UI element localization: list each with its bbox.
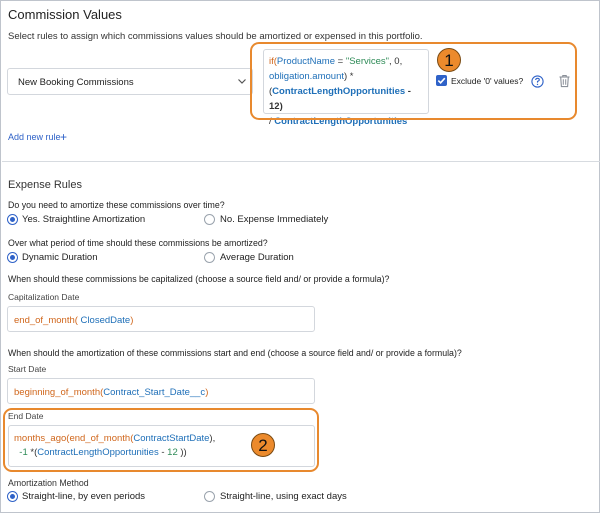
radio-even-periods[interactable]: [7, 491, 18, 502]
start-date-input[interactable]: beginning_of_month(Contract_Start_Date__…: [7, 378, 315, 404]
callout-badge-2: 2: [251, 433, 275, 457]
formula-function: end_of_month(: [14, 315, 78, 326]
amortization-method-label: Amortization Method: [8, 478, 89, 488]
radio-average-duration[interactable]: [204, 252, 215, 263]
capitalization-date-label: Capitalization Date: [8, 292, 80, 302]
radio-expense-immediately[interactable]: [204, 214, 215, 225]
start-date-label: Start Date: [8, 364, 47, 374]
commission-values-description: Select rules to assign which commissions…: [8, 31, 423, 42]
radio-straightline-amortization-label: Yes. Straightline Amortization: [22, 214, 146, 225]
formula-operator: ): [205, 387, 209, 398]
radio-even-periods-label: Straight-line, by even periods: [22, 491, 146, 502]
commission-values-title: Commission Values: [8, 7, 122, 22]
formula-function: beginning_of_month(: [14, 387, 104, 398]
radio-expense-immediately-label: No. Expense Immediately: [220, 214, 329, 225]
radio-dynamic-duration-label: Dynamic Duration: [22, 252, 98, 263]
radio-dynamic-duration[interactable]: [7, 252, 18, 263]
radio-average-duration-label: Average Duration: [220, 252, 294, 263]
add-new-rule-link[interactable]: Add new rule: [8, 132, 61, 142]
add-rule-plus-icon[interactable]: +: [60, 130, 67, 144]
commission-rule-select[interactable]: New Booking Commissions: [7, 68, 253, 95]
formula-operator: ): [130, 315, 134, 326]
formula-field: Contract_Start_Date__c: [103, 387, 206, 398]
radio-exact-days-label: Straight-line, using exact days: [220, 491, 347, 502]
question-start-end: When should the amortization of these co…: [8, 348, 462, 358]
radio-straightline-amortization[interactable]: [7, 214, 18, 225]
capitalization-date-input[interactable]: end_of_month( ClosedDate): [7, 306, 315, 332]
formula-field: ClosedDate: [77, 315, 131, 326]
commission-rule-select-value: New Booking Commissions: [18, 77, 134, 88]
question-capitalized: When should these commissions be capital…: [8, 274, 390, 284]
radio-exact-days[interactable]: [204, 491, 215, 502]
chevron-down-icon: [238, 79, 246, 84]
section-divider: [2, 161, 600, 162]
question-period: Over what period of time should these co…: [8, 238, 268, 248]
portfolio-settings-panel: Commission Values Select rules to assign…: [0, 0, 600, 513]
callout-badge-1: 1: [437, 48, 461, 72]
expense-rules-title: Expense Rules: [8, 179, 82, 191]
question-amortize: Do you need to amortize these commission…: [8, 200, 225, 210]
callout-box-1: [250, 42, 577, 120]
